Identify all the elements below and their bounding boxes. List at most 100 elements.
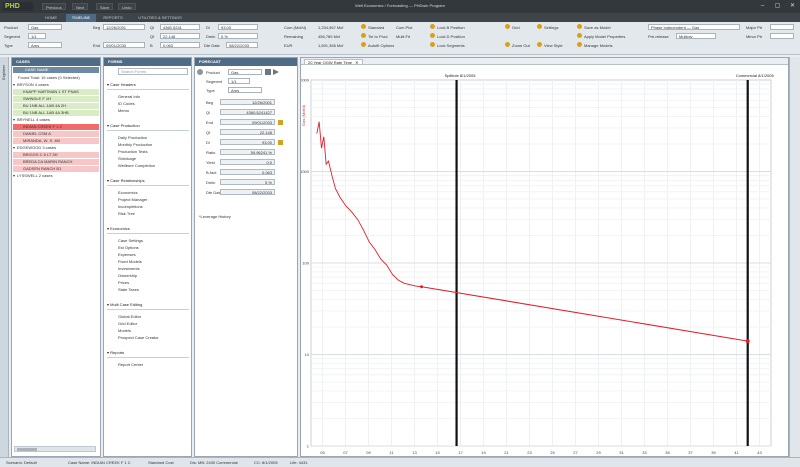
- tab-utilities[interactable]: UTILITIES & SETTINGS: [130, 14, 190, 22]
- form-link[interactable]: Global Editor: [118, 314, 141, 319]
- minor-ptr-field[interactable]: [770, 33, 794, 39]
- form-link[interactable]: Production Tests: [118, 149, 148, 154]
- lock-b-button[interactable]: Lock B Position: [437, 25, 465, 30]
- case-row[interactable]: BREDA CA MARIN RANCH: [13, 159, 99, 165]
- maximize-button[interactable]: ▢: [771, 1, 784, 11]
- forms-section-header[interactable]: ▾ Multi Case Editing: [107, 302, 142, 307]
- settings-button[interactable]: Settings: [544, 25, 558, 30]
- form-link[interactable]: Monthly Production: [118, 142, 152, 147]
- case-row[interactable]: SWINDLE F 1H: [13, 96, 99, 102]
- form-link[interactable]: Prices: [118, 280, 129, 285]
- case-row[interactable]: INDIAN CREEK F 1 C: [13, 124, 99, 130]
- forecast-field[interactable]: 0.0: [220, 159, 275, 165]
- tab-reports[interactable]: REPORTS: [98, 14, 128, 22]
- begin-field[interactable]: 12/26/2001: [103, 24, 145, 30]
- major-ptr-field[interactable]: [770, 24, 794, 30]
- forms-section-header[interactable]: ▾ Case Production: [107, 123, 140, 128]
- forecast-field[interactable]: 08/22/2033: [220, 189, 275, 195]
- forecast-field[interactable]: 93.00: [220, 139, 275, 145]
- dmin-field[interactable]: 5 %: [218, 33, 258, 39]
- cases-horizontal-scrollbar[interactable]: [14, 446, 96, 452]
- forecast-segment-select[interactable]: 1/1: [228, 78, 250, 84]
- forecast-product-select[interactable]: Gas: [228, 69, 262, 75]
- case-row[interactable]: GADSEN RANCH B1: [13, 166, 99, 172]
- end-field[interactable]: 09/01/2033: [103, 42, 145, 48]
- case-row[interactable]: MIRANDA, W. S. 4M: [13, 138, 99, 144]
- chart-tab-close-icon[interactable]: ✕: [355, 60, 358, 65]
- form-link[interactable]: Expenses: [118, 252, 136, 257]
- pre-release-select[interactable]: Multiply: [676, 33, 716, 39]
- form-link[interactable]: Wellbore Completion: [118, 163, 155, 168]
- case-row[interactable]: BU 1NB ALL 1AB 4A 2H: [13, 103, 99, 109]
- manage-models-button[interactable]: Manage Models: [584, 43, 612, 48]
- lock-icon[interactable]: [278, 140, 283, 145]
- save-as-model-button[interactable]: Save as Model: [584, 25, 610, 30]
- form-link[interactable]: Prospect Case Creator: [118, 335, 159, 340]
- form-link[interactable]: ID Codes: [118, 101, 135, 106]
- standard-button[interactable]: Standard: [368, 25, 384, 30]
- cum-plot-button[interactable]: Cum Plot: [396, 25, 412, 30]
- form-link[interactable]: Shrinkage: [118, 156, 136, 161]
- form-link[interactable]: Grid Editor: [118, 321, 137, 326]
- zoom-out-button[interactable]: Zoom Out: [512, 43, 530, 48]
- form-link[interactable]: Daily Production: [118, 135, 147, 140]
- forms-section-header[interactable]: ▾ Economics: [107, 226, 130, 231]
- forecast-field[interactable]: 22.148: [220, 129, 275, 135]
- form-link[interactable]: Est Options: [118, 245, 139, 250]
- phase-independent-select[interactable]: Phase Independent — Gas: [648, 24, 740, 30]
- lock-d-button[interactable]: Lock D Position: [437, 34, 465, 39]
- case-group-row[interactable]: ▾ BRYSON 4 cases: [13, 82, 99, 88]
- case-group-row[interactable]: ▾ BRYNELL 4 cases: [13, 117, 99, 123]
- forecast-prev-icon[interactable]: [265, 69, 271, 75]
- case-row[interactable]: DANIEL CSM A: [13, 131, 99, 137]
- qi-field[interactable]: 4360.5241: [160, 24, 200, 30]
- form-link[interactable]: Memo: [118, 108, 129, 113]
- tab-home[interactable]: HOME: [38, 14, 64, 22]
- expand-icon[interactable]: ▾: [13, 117, 15, 123]
- qf-field[interactable]: 22.148: [160, 33, 200, 39]
- chart-right-rail[interactable]: [789, 57, 800, 457]
- form-link[interactable]: Incompletions: [118, 204, 143, 209]
- case-row[interactable]: KNAPP HARTMAN 1 ST PNAS: [13, 89, 99, 95]
- multi-fit-button[interactable]: Multi Fit: [396, 34, 410, 39]
- explorer-side-tab[interactable]: Explorer: [0, 57, 9, 457]
- form-link[interactable]: Fixed Models: [118, 259, 142, 264]
- chart-tab[interactable]: 20 Year OGW Rate Time ✕: [304, 59, 363, 65]
- form-link[interactable]: Project Manager: [118, 197, 147, 202]
- autofit-options-button[interactable]: Autofit Options: [368, 43, 394, 48]
- tab-timeline[interactable]: TIMELINE: [66, 14, 96, 22]
- tie-to-prod-button[interactable]: Tie to Prod: [368, 34, 387, 39]
- apply-model-button[interactable]: Apply Model Properties: [584, 34, 625, 39]
- forecast-field[interactable]: 0.063: [220, 169, 275, 175]
- di-field[interactable]: 93.00: [218, 24, 258, 30]
- case-group-row[interactable]: ▾ EDGEWOOD 3 cases: [13, 145, 99, 151]
- forms-section-header[interactable]: ▾ Case Headers: [107, 82, 136, 87]
- form-link[interactable]: Risk Tree: [118, 211, 135, 216]
- b-field[interactable]: 0.063: [160, 42, 200, 48]
- segment-select[interactable]: 1/1: [28, 33, 46, 39]
- form-link[interactable]: State Taxes: [118, 287, 139, 292]
- forecast-field[interactable]: 59.96241 %: [220, 149, 275, 155]
- expand-icon[interactable]: ▾: [13, 173, 15, 179]
- lock-segments-button[interactable]: Lock Segments: [437, 43, 465, 48]
- form-link[interactable]: Report Center: [118, 362, 143, 367]
- lock-icon[interactable]: [278, 120, 283, 125]
- form-link[interactable]: Investments: [118, 266, 140, 271]
- leverage-history-link[interactable]: *Leverage History: [199, 214, 231, 219]
- forms-section-header[interactable]: ▾ Reports: [107, 350, 124, 355]
- case-row[interactable]: BU 1NB ALL 1AB 4A 3HB: [13, 110, 99, 116]
- minimize-button[interactable]: –: [756, 1, 769, 11]
- forecast-field[interactable]: 5 %: [220, 179, 275, 185]
- forecast-field[interactable]: 09/01/2033: [220, 119, 275, 125]
- view-style-button[interactable]: View Style: [544, 43, 563, 48]
- form-link[interactable]: General Info: [118, 94, 140, 99]
- forecast-options-icon[interactable]: [197, 69, 203, 75]
- form-link[interactable]: Economics: [118, 190, 138, 195]
- forms-section-header[interactable]: ▾ Case Relationships: [107, 178, 145, 183]
- close-button[interactable]: ✕: [786, 1, 799, 11]
- forecast-field[interactable]: 4360.5241427: [220, 109, 275, 115]
- decline-chart[interactable]: 05 07 09 11 13 15 17 19 21 23 25 27 29 31 33 35 37 39 41 43…: [301, 66, 790, 458]
- form-link[interactable]: Ownership: [118, 273, 137, 278]
- forecast-next-icon[interactable]: [273, 69, 279, 75]
- cases-scroll-thumb[interactable]: [17, 448, 37, 451]
